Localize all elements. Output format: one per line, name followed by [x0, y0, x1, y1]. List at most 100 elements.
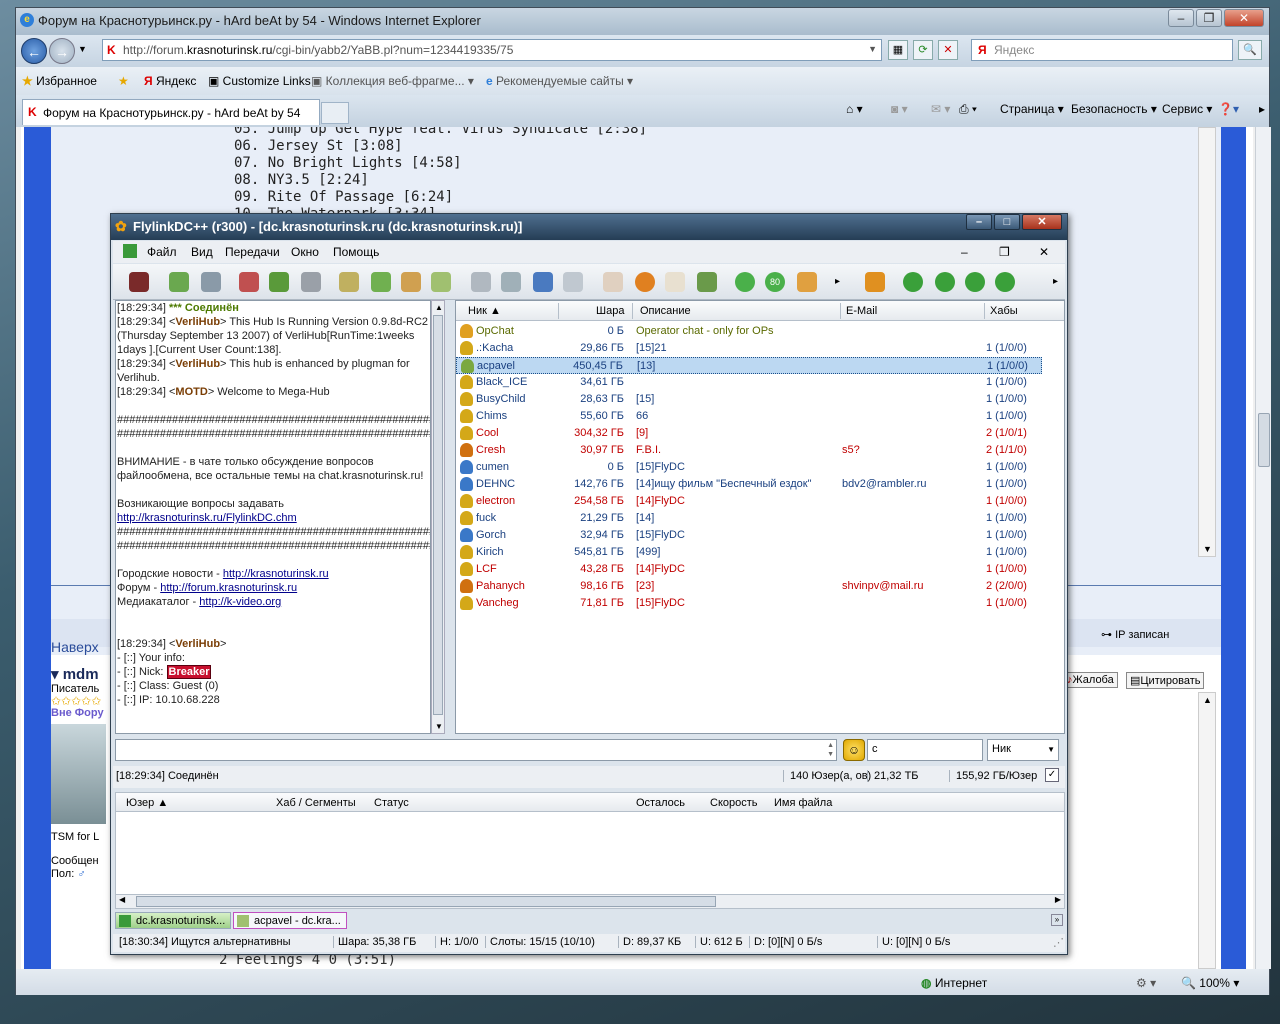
protected-mode-icon[interactable]: ⚙ ▾	[1136, 976, 1156, 990]
mdi-close-icon[interactable]: ✕	[1039, 245, 1049, 259]
refresh-icon[interactable]: ⟳	[913, 40, 933, 60]
pause-icon[interactable]	[965, 272, 985, 292]
stop-icon[interactable]: ✕	[938, 40, 958, 60]
toggle-userlist-checkbox[interactable]: ✓	[1045, 768, 1059, 782]
toolbar-more-icon[interactable]: ▸	[835, 276, 840, 287]
qcol-speed[interactable]: Скорость	[710, 797, 758, 809]
fav-webslice[interactable]: ▣ Коллекция веб-фрагме... ▾	[311, 74, 474, 88]
mdi-minimize-icon[interactable]: –	[961, 245, 968, 259]
user-row[interactable]: Pahanych 98,16 ГБ [23] shvinpv@mail.ru 2 (2/…	[456, 578, 1042, 595]
fly-maximize-button[interactable]: □	[994, 214, 1020, 230]
user-row[interactable]: LCF 43,28 ГБ [14]FlyDC 1 (1/0/0)	[456, 561, 1042, 578]
transfers-hscroll[interactable]: ◀ ▶	[115, 894, 1065, 909]
user-row[interactable]: Chims 55,60 ГБ 66 1 (1/0/0)	[456, 408, 1042, 425]
search-go-icon[interactable]: 🔍	[1238, 40, 1262, 60]
search-spy-icon[interactable]	[533, 272, 553, 292]
emoticons-button[interactable]: ☺	[843, 739, 865, 761]
filter-column-select[interactable]: Ник ▼	[987, 739, 1059, 761]
mail-icon[interactable]: ✉ ▾	[931, 102, 950, 116]
reconnect-icon[interactable]	[169, 272, 189, 292]
user-row[interactable]: BusyChild 28,63 ГБ [15] 1 (1/0/0)	[456, 391, 1042, 408]
favorites-button[interactable]: ★ Избранное	[22, 74, 97, 88]
author-name[interactable]: ▾ mdm	[51, 665, 99, 683]
print-icon[interactable]: ⎙ ▾	[959, 102, 977, 117]
complain-button[interactable]: ♪Жалоба	[1063, 672, 1118, 688]
qcol-filename[interactable]: Имя файла	[774, 797, 832, 809]
follow-redirect-icon[interactable]	[201, 272, 221, 292]
back-button[interactable]: ←	[21, 38, 47, 64]
qcol-user[interactable]: Юзер ▲	[126, 797, 168, 809]
menu-help[interactable]: Помощь	[333, 245, 379, 259]
power-icon[interactable]	[735, 272, 755, 292]
search-icon[interactable]	[471, 272, 491, 292]
maximize-button[interactable]: ❐	[1196, 9, 1222, 27]
mdi-restore-icon[interactable]: ❐	[999, 245, 1010, 259]
page-scrollbar[interactable]	[1255, 127, 1271, 969]
user-row[interactable]: Cool 304,32 ГБ [9] 2 (1/0/1)	[456, 425, 1042, 442]
user-row[interactable]: Cresh 30,97 ГБ F.B.I. s5? 2 (1/1/0)	[456, 442, 1042, 459]
post-body-scrollbar[interactable]: ▲	[1198, 692, 1216, 969]
user-row[interactable]: OpChat 0 Б Operator chat - only for OPs	[456, 323, 1042, 340]
recent-hubs-icon[interactable]	[301, 272, 321, 292]
col-nick[interactable]: Ник ▲	[468, 305, 501, 317]
qcol-remaining[interactable]: Осталось	[636, 797, 685, 809]
user-row[interactable]: DEHNC 142,76 ГБ [14]ищу фильм "Беспечный е…	[456, 476, 1042, 493]
chat-link-media[interactable]: http://k-video.org	[199, 596, 281, 608]
service-menu[interactable]: Сервис ▾	[1162, 102, 1212, 116]
fav-suggested[interactable]: e Рекомендуемые сайты ▾	[486, 74, 633, 88]
winamp-icon[interactable]	[865, 272, 885, 292]
menu-file[interactable]: Файл	[147, 245, 177, 259]
favorite-hubs-icon[interactable]	[239, 272, 259, 292]
history-dropdown-icon[interactable]: ▼	[78, 44, 87, 54]
waiting-users-icon[interactable]	[401, 272, 421, 292]
fly-close-button[interactable]: ✕	[1022, 214, 1062, 230]
tab-hub[interactable]: dc.krasnoturinsk...	[115, 912, 231, 929]
user-row[interactable]: Vancheg 71,81 ГБ [15]FlyDC 1 (1/0/0)	[456, 595, 1042, 612]
add-favorite-icon[interactable]: ★	[118, 74, 129, 88]
notepad-icon[interactable]	[603, 272, 623, 292]
network-stats-icon[interactable]	[635, 272, 655, 292]
quote-button[interactable]: ▤Цитировать	[1126, 672, 1205, 689]
download-queue-icon[interactable]	[339, 272, 359, 292]
tab-filelist[interactable]: acpavel - dc.kra...	[233, 912, 347, 929]
qcol-status[interactable]: Статус	[374, 797, 409, 809]
own-nick[interactable]: Breaker	[166, 665, 212, 679]
page-menu[interactable]: Страница ▾	[1000, 102, 1064, 116]
next-track-icon[interactable]	[995, 272, 1015, 292]
chat-link-forum[interactable]: http://forum.krasnoturinsk.ru	[160, 582, 297, 594]
user-row[interactable]: fuck 21,29 ГБ [14] 1 (1/0/0)	[456, 510, 1042, 527]
finished-uploads-icon[interactable]	[431, 272, 451, 292]
settings-icon[interactable]	[665, 272, 685, 292]
user-filter-input[interactable]: c	[867, 739, 983, 761]
home-icon[interactable]: ⌂ ▾	[846, 102, 863, 116]
qcol-hub[interactable]: Хаб / Сегменты	[276, 797, 356, 809]
forward-button[interactable]: →	[49, 38, 75, 64]
chat-scrollbar[interactable]: ▲ ▼	[431, 300, 445, 734]
favorite-users-icon[interactable]	[269, 272, 289, 292]
feeds-icon[interactable]: ◙ ▾	[891, 102, 908, 116]
play-icon[interactable]	[935, 272, 955, 292]
user-row[interactable]: Black_ICE 34,61 ГБ 1 (1/0/0)	[456, 374, 1042, 391]
fly-minimize-button[interactable]: –	[966, 214, 992, 230]
compat-view-icon[interactable]: ▦	[888, 40, 908, 60]
col-description[interactable]: Описание	[640, 305, 691, 317]
safety-menu[interactable]: Безопасность ▾	[1071, 102, 1157, 116]
col-share[interactable]: Шара	[596, 305, 624, 317]
url-field[interactable]: K http://forum.krasnoturinsk.ru/cgi-bin/…	[102, 39, 882, 61]
fav-yandex[interactable]: Я Яндекс	[144, 74, 196, 88]
fav-customize-links[interactable]: ▣ Customize Links	[208, 74, 311, 88]
url-dropdown-icon[interactable]: ▼	[868, 44, 877, 54]
finished-downloads-icon[interactable]	[371, 272, 391, 292]
scroll-thumb[interactable]	[1258, 413, 1270, 467]
top-link[interactable]: Наверх	[51, 639, 99, 655]
search-field[interactable]: Я Яндекс	[971, 39, 1233, 61]
col-hubs[interactable]: Хабы	[990, 305, 1018, 317]
zoom-control[interactable]: 🔍 100% ▾	[1181, 976, 1239, 990]
help-icon[interactable]: ❓▾	[1218, 102, 1239, 116]
public-hubs-icon[interactable]	[129, 272, 149, 292]
user-row[interactable]: Gorch 32,94 ГБ [15]FlyDC 1 (1/0/0)	[456, 527, 1042, 544]
chat-link-help[interactable]: http://krasnoturinsk.ru/FlylinkDC.chm	[117, 512, 297, 524]
message-input[interactable]: ▲ ▼	[115, 739, 837, 761]
menu-view[interactable]: Вид	[191, 245, 213, 259]
tabs-more-icon[interactable]: »	[1051, 914, 1063, 926]
